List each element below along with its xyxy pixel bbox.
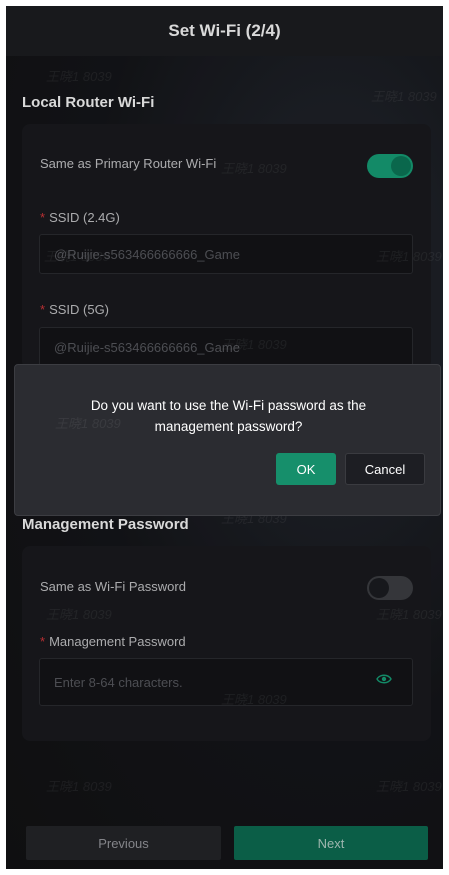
- cancel-button[interactable]: Cancel: [345, 453, 425, 485]
- watermark: 王晓1 8039: [55, 416, 121, 431]
- confirm-dialog: Do you want to use the Wi-Fi password as…: [14, 364, 441, 516]
- wifi-setup-screen: Set Wi-Fi (2/4) Local Router Wi-Fi Same …: [6, 6, 443, 869]
- ok-button[interactable]: OK: [276, 453, 336, 485]
